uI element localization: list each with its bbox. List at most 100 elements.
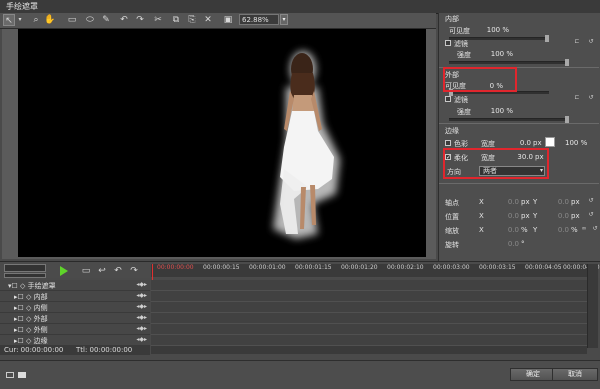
preview-canvas[interactable] — [18, 29, 426, 257]
anchor-reset-icon[interactable]: ↺ — [587, 197, 595, 204]
pen-icon[interactable]: ✎ — [100, 14, 112, 26]
scale-y-value[interactable]: 0.0 — [553, 226, 569, 234]
ruler-label: 00:00:03:15 — [479, 264, 516, 271]
scale-x-value[interactable]: 0.0 — [503, 226, 519, 234]
inner-keyframe-icon[interactable]: ⊏ — [573, 38, 581, 45]
fit-window-icon[interactable]: ▣ — [222, 14, 234, 26]
rotate-unit: ° — [521, 240, 525, 248]
cut-icon[interactable]: ✂ — [152, 14, 164, 26]
track-lane[interactable] — [151, 324, 587, 335]
zoom-input[interactable]: 62.88% — [239, 14, 279, 25]
comment-icon[interactable]: ▭ — [80, 265, 92, 277]
layout-icon[interactable] — [6, 372, 14, 378]
scale-x-unit: % — [521, 226, 528, 234]
time-ruler[interactable]: 00:00:00:00 00:00:00:15 00:00:01:00 00:0… — [151, 264, 600, 277]
track-row[interactable]: ▾☐ ◇ 手绘遮罩 ◂◆▸ — [0, 280, 150, 291]
zoom-dropdown-button[interactable]: ▾ — [280, 14, 288, 25]
ok-button[interactable]: 确定 — [510, 368, 556, 381]
track-keyframe-controls[interactable]: ◂◆▸ — [136, 281, 147, 288]
track-row[interactable]: ▸☐ ◇ 边缘 ◂◆▸ — [0, 335, 150, 346]
anchor-x-unit: px — [521, 198, 530, 206]
track-keyframe-controls[interactable]: ◂◆▸ — [136, 336, 147, 343]
rotate-value[interactable]: 0.0 — [503, 240, 519, 248]
transform-divider — [439, 183, 599, 184]
dropdown-arrow-icon[interactable]: ▾ — [14, 14, 26, 26]
position-y-value[interactable]: 0.0 — [553, 212, 569, 220]
track-row[interactable]: ▸☐ ◇ 外侧 ◂◆▸ — [0, 324, 150, 335]
track-list: ▾☐ ◇ 手绘遮罩 ◂◆▸ ▸☐ ◇ 内部 ◂◆▸ ▸☐ ◇ 内侧 ◂◆▸ ▸☐… — [0, 280, 150, 346]
ruler-label: 00:00:00:15 — [203, 264, 240, 271]
layout-alt-icon[interactable] — [18, 372, 26, 378]
paste-icon[interactable]: ⎘ — [186, 14, 198, 26]
track-lane[interactable] — [151, 335, 587, 346]
position-reset-icon[interactable]: ↺ — [587, 211, 595, 218]
outer-reset-icon[interactable]: ↺ — [587, 94, 595, 101]
timeline-mode-dropdown[interactable] — [4, 273, 46, 278]
inner-reset-icon[interactable]: ↺ — [587, 38, 595, 45]
position-x-value[interactable]: 0.0 — [503, 212, 519, 220]
undo-timeline-icon[interactable]: ↶ — [112, 265, 124, 277]
delete-icon[interactable]: ✕ — [202, 14, 214, 26]
track-lane[interactable] — [151, 302, 587, 313]
outer-filter-checkbox[interactable] — [445, 96, 451, 102]
track-keyframe-controls[interactable]: ◂◆▸ — [136, 303, 147, 310]
redo-icon[interactable]: ↷ — [134, 14, 146, 26]
track-lanes[interactable] — [151, 280, 587, 346]
inner-visibility-value[interactable]: 100 % — [479, 26, 509, 34]
track-lane[interactable] — [151, 291, 587, 302]
inner-strength-value[interactable]: 100 % — [483, 50, 513, 58]
anchor-y-value[interactable]: 0.0 — [553, 198, 569, 206]
track-lane[interactable] — [151, 313, 587, 324]
inner-strength-slider[interactable] — [449, 59, 569, 66]
ruler-label: 00:00:04:05 — [525, 264, 562, 271]
edge-section-title: 边缘 — [445, 127, 459, 135]
outer-keyframe-icon[interactable]: ⊏ — [573, 94, 581, 101]
loop-icon[interactable]: ↩ — [96, 265, 108, 277]
redo-timeline-icon[interactable]: ↷ — [128, 265, 140, 277]
scale-reset-icon[interactable]: ↺ — [591, 225, 599, 232]
timeline-zoom-slider[interactable] — [4, 264, 46, 272]
scale-label: 缩放 — [445, 227, 459, 235]
current-time: Cur: 00:00:00:00 — [4, 346, 64, 354]
track-keyframe-controls[interactable]: ◂◆▸ — [136, 314, 147, 321]
inner-visibility-label: 可见度 — [449, 27, 470, 35]
timecode-status: Cur: 00:00:00:00 Ttl: 00:00:00:00 — [0, 346, 150, 355]
track-row[interactable]: ▸☐ ◇ 内侧 ◂◆▸ — [0, 302, 150, 313]
track-keyframe-controls[interactable]: ◂◆▸ — [136, 325, 147, 332]
link-icon[interactable]: ∞ — [580, 225, 588, 232]
scale-y-unit: % — [571, 226, 578, 234]
track-row[interactable]: ▸☐ ◇ 外部 ◂◆▸ — [0, 313, 150, 324]
vertical-scrollbar[interactable] — [587, 264, 598, 348]
hand-icon[interactable]: ✋ — [44, 14, 56, 26]
track-lane[interactable] — [151, 280, 587, 291]
edge-color-percent[interactable]: 100 % — [565, 139, 587, 147]
copy-icon[interactable]: ⧉ — [170, 14, 182, 26]
inner-filter-checkbox[interactable] — [445, 40, 451, 46]
edge-color-width-value[interactable]: 0.0 — [509, 139, 531, 147]
title-bar: 手绘遮罩 — [0, 0, 600, 14]
edge-color-width-unit: px — [533, 139, 542, 147]
edge-color-swatch[interactable] — [545, 137, 555, 147]
ellipse-icon[interactable]: ⬭ — [84, 14, 96, 26]
anchor-x-value[interactable]: 0.0 — [503, 198, 519, 206]
edge-divider — [439, 123, 599, 124]
play-icon[interactable] — [60, 266, 68, 276]
outer-strength-value[interactable]: 100 % — [483, 107, 513, 115]
outer-strength-slider[interactable] — [449, 116, 569, 123]
anchor-x-label: X — [479, 198, 484, 206]
anchor-y-unit: px — [571, 198, 580, 206]
track-row[interactable]: ▸☐ ◇ 内部 ◂◆▸ — [0, 291, 150, 302]
position-y-label: Y — [533, 212, 538, 220]
rectangle-icon[interactable]: ▭ — [66, 14, 78, 26]
edge-color-checkbox[interactable] — [445, 140, 451, 146]
cancel-button[interactable]: 取消 — [552, 368, 598, 381]
edge-highlight-box — [443, 148, 549, 179]
inner-section-title: 内部 — [445, 15, 459, 23]
ruler-label: 00:00:02:10 — [387, 264, 424, 271]
magnifier-icon[interactable]: ⌕ — [30, 14, 42, 26]
inner-filter-label: 滤镜 — [454, 40, 468, 48]
track-keyframe-controls[interactable]: ◂◆▸ — [136, 292, 147, 299]
undo-icon[interactable]: ↶ — [118, 14, 130, 26]
horizontal-scrollbar[interactable] — [151, 346, 587, 354]
ruler-label: 00:00:01:15 — [295, 264, 332, 271]
